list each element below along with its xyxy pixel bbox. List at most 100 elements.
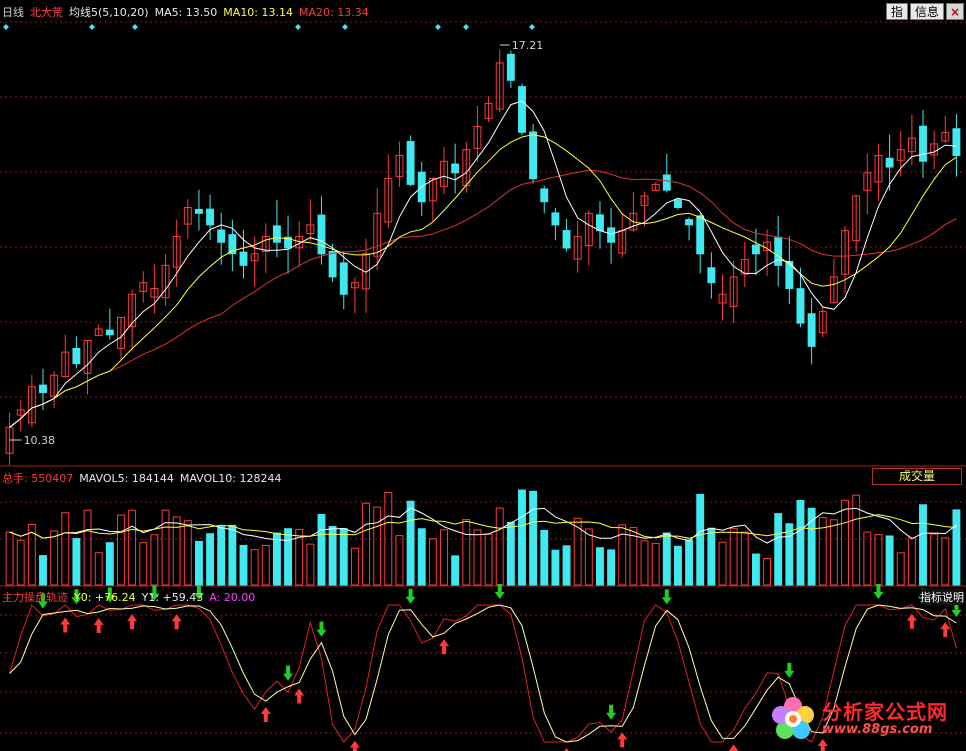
flower-logo-icon — [772, 697, 814, 739]
volume-bar — [272, 532, 281, 586]
volume-bar — [907, 537, 916, 586]
candle-body — [339, 262, 348, 295]
volume-bar — [807, 507, 816, 586]
volume-bar — [440, 529, 448, 586]
volume-bar — [94, 552, 103, 586]
volume-bar — [306, 543, 315, 586]
volume-bar — [551, 549, 560, 586]
buy-arrow-icon — [294, 688, 305, 704]
chart-canvas[interactable]: 17.21 10.38 — [0, 0, 966, 751]
high-price-label: 17.21 — [512, 39, 544, 52]
volume-bar — [529, 490, 538, 586]
signal-diamond — [529, 24, 535, 30]
volume-bar — [863, 531, 872, 586]
buy-arrow-icon — [349, 740, 360, 751]
candle-body — [105, 329, 114, 336]
volume-bar — [562, 545, 571, 586]
buy-arrow-icon — [260, 706, 271, 722]
volume-bar — [729, 527, 738, 586]
volume-bar — [841, 499, 849, 586]
volume-bar — [896, 552, 905, 586]
volume-bar — [350, 547, 359, 586]
volume-bar — [395, 535, 404, 586]
sell-arrow-icon — [405, 588, 416, 604]
volume-panel-header: 总手: 550407 MAVOL5: 184144 MAVOL10: 12824… — [0, 468, 281, 488]
volume-bar — [317, 514, 326, 586]
volume-bar — [941, 537, 950, 586]
volume-bar — [763, 557, 772, 586]
watermark-title: 分析家公式网 — [822, 699, 948, 724]
candle-body — [919, 125, 927, 162]
volume-indicator-button[interactable]: 成交量 — [872, 468, 962, 485]
volume-bar — [718, 541, 727, 586]
candle-body — [72, 347, 81, 365]
buy-arrow-icon — [127, 614, 138, 630]
signal-diamond — [132, 24, 138, 30]
volume-bar — [540, 529, 549, 586]
volume-bar — [61, 512, 70, 586]
candle-body — [607, 227, 616, 243]
volume-bar — [462, 519, 471, 586]
candle-body — [551, 212, 560, 226]
ma10-line — [9, 134, 957, 428]
volume-bar — [829, 519, 838, 586]
candle-body — [317, 214, 326, 255]
volume-bar — [930, 533, 939, 586]
candle-body — [529, 131, 538, 180]
volume-bar — [673, 545, 682, 586]
candle-body — [952, 128, 961, 156]
indicator-panel-header: 主力操盘轨迹 Y0: +76.24 Y1: +59.43 A: 20.00 — [0, 587, 255, 607]
volume-bar — [194, 540, 203, 586]
volume-bar — [373, 506, 382, 586]
volume-bar — [339, 528, 348, 586]
candle-body — [194, 208, 203, 214]
volume-bar — [451, 555, 460, 586]
volume-bar — [740, 531, 749, 586]
volume-bar — [707, 527, 716, 586]
volume-bar — [261, 544, 270, 586]
volume-bar — [473, 529, 482, 586]
volume-bar — [83, 509, 92, 586]
indicator-panel-name[interactable]: 主力操盘轨迹 — [2, 589, 68, 605]
volume-bar — [662, 532, 671, 586]
buy-arrow-icon — [60, 617, 71, 633]
volume-bar — [250, 549, 259, 586]
sell-arrow-icon — [661, 589, 672, 605]
volume-bar — [495, 507, 504, 586]
volume-bar — [161, 509, 170, 586]
volume-bar — [952, 509, 961, 586]
volume-bar — [5, 531, 14, 586]
volume-bar — [362, 502, 370, 586]
volume-bar — [774, 513, 783, 586]
sell-arrow-icon — [784, 662, 795, 678]
volume-bar — [428, 538, 437, 586]
candle-body — [662, 174, 671, 191]
volume-bar — [139, 542, 148, 586]
buy-arrow-icon — [906, 613, 917, 629]
volume-bar — [228, 524, 237, 586]
y0-value: Y0: +76.24 — [74, 590, 136, 604]
volume-bar — [607, 549, 616, 586]
volume-bar — [651, 542, 660, 586]
volume-bar — [239, 544, 248, 586]
volume-bar — [874, 534, 883, 586]
buy-arrow-icon — [439, 639, 450, 655]
candle-body — [596, 214, 604, 232]
mavol10-value: MAVOL10: 128244 — [179, 471, 282, 485]
volume-bar — [328, 525, 337, 586]
volume-bar — [128, 509, 137, 586]
volume-bar — [406, 500, 415, 586]
indicator-help-button[interactable]: 指标说明 — [920, 589, 964, 605]
volume-bar — [640, 540, 649, 586]
candle-body — [796, 288, 805, 324]
signal-diamond — [295, 24, 301, 30]
candle-body — [328, 250, 337, 278]
volume-bar — [150, 534, 159, 586]
volume-bar — [117, 514, 125, 586]
buy-arrow-icon — [728, 744, 739, 751]
buy-arrow-icon — [93, 618, 104, 634]
candle-body — [885, 157, 894, 168]
candle-body — [707, 267, 716, 284]
volume-bar — [183, 520, 192, 586]
candle-body — [206, 208, 215, 226]
